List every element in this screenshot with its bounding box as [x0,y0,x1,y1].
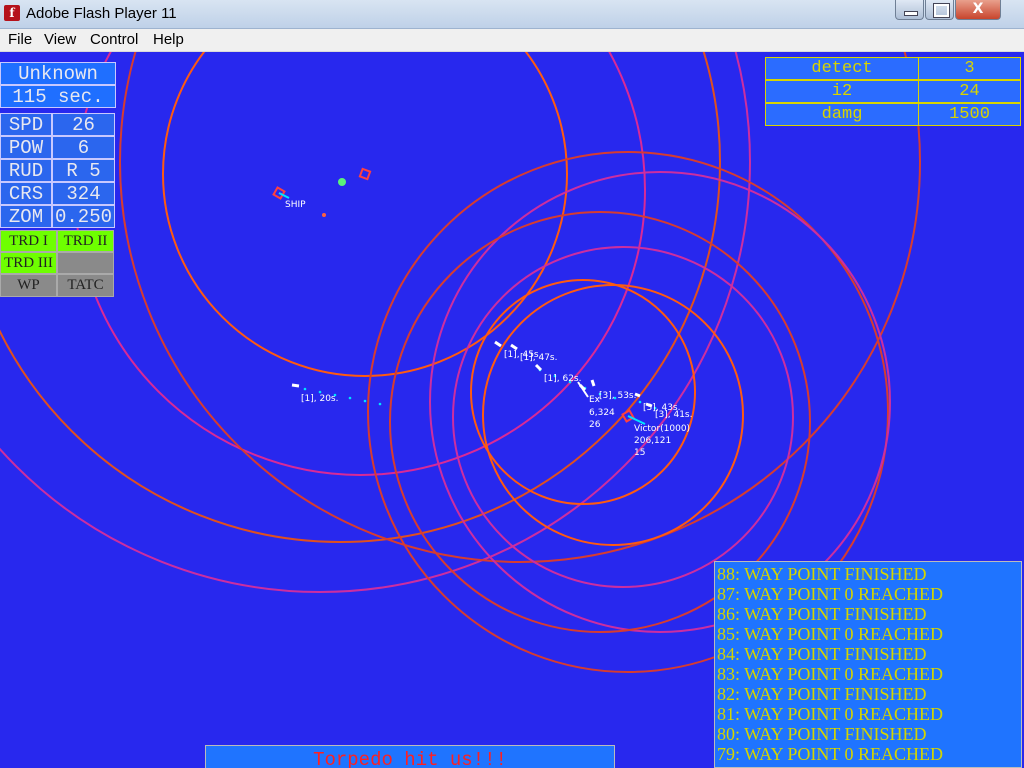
flash-app-icon: f [4,5,20,21]
log-message: 79: WAY POINT 0 REACHED [717,744,944,764]
maximize-button[interactable] [925,0,954,20]
victor-label: Victor(1000) [634,424,691,434]
tatc-button[interactable]: TATC [57,274,114,297]
crs-value: 324 [52,182,115,205]
menu-file[interactable]: File [8,31,32,48]
torpedo-label: [3], 41s. [655,410,693,420]
menu-help[interactable]: Help [153,31,184,48]
own-ship-position: 6,324 [589,408,615,418]
i2-value: 24 [918,80,1021,103]
torpedo-label: [1], 20s. [301,394,339,404]
i2-label: i2 [765,80,919,103]
victor-position: 206,121 [634,436,672,446]
torpedo-trail [303,368,657,410]
torpedo-marker [590,379,596,387]
log-message: 86: WAY POINT FINISHED [717,604,927,624]
log-message: 84: WAY POINT FINISHED [717,644,927,664]
torpedo-label: [1], 62s. [544,374,582,384]
trail-dot [303,387,307,391]
minimize-icon [904,11,918,16]
spd-value: 26 [52,113,115,136]
log-message: 88: WAY POINT FINISHED [717,564,927,584]
log-message: 81: WAY POINT 0 REACHED [717,704,944,724]
log-message: 83: WAY POINT 0 REACHED [717,664,944,684]
message-log[interactable]: 88: WAY POINT FINISHED 87: WAY POINT 0 R… [714,561,1022,768]
trail-dot [348,396,352,400]
log-message: 85: WAY POINT 0 REACHED [717,624,944,644]
torpedo-marker [291,383,300,388]
menu-view[interactable]: View [44,31,76,48]
alert-text: Torpedo hit us!!! [313,749,507,768]
torpedo-1-button[interactable]: TRD I [0,230,57,252]
target-name: Unknown [0,62,116,85]
rud-value: R 5 [52,159,115,182]
torpedo-3-button[interactable]: TRD III [0,252,57,274]
victor-speed: 15 [634,448,646,458]
title-bar: f Adobe Flash Player 11 X [0,0,1024,29]
alert-box: Torpedo hit us!!! [205,745,615,768]
torpedo-2-button[interactable]: TRD II [57,230,114,252]
rud-label: RUD [0,159,52,182]
unknown-contact [358,167,372,181]
contact-dot [338,178,346,186]
range-circle [470,279,696,505]
torpedo-label: [1], 47s. [520,353,558,363]
waypoint-button[interactable]: WP [0,274,57,297]
range-circle [162,52,568,377]
elapsed-time: 115 sec. [0,85,116,108]
own-ship-label: Ex [589,395,601,405]
torpedo-marker [494,340,502,348]
crs-label: CRS [0,182,52,205]
trail-dot [378,402,382,406]
log-message: 87: WAY POINT 0 REACHED [717,584,944,604]
contacts [272,167,646,425]
range-circle [74,52,646,476]
close-button[interactable]: X [955,0,1001,20]
trail-dot [638,400,642,404]
damage-value: 1500 [918,103,1021,126]
damage-label: damg [765,103,919,126]
log-message: 82: WAY POINT FINISHED [717,684,927,704]
menu-control[interactable]: Control [90,31,138,48]
own-ship-speed: 26 [589,420,601,430]
window-title: Adobe Flash Player 11 [26,5,177,22]
log-message: 80: WAY POINT FINISHED [717,724,927,744]
maximize-icon [934,4,949,17]
spd-label: SPD [0,113,52,136]
menu-bar: File View Control Help [0,29,1024,52]
zom-label: ZOM [0,205,52,228]
ship-label: SHIP [285,200,306,210]
contact-dot [322,213,326,217]
zom-value: 0.250 [52,205,115,228]
torpedo-marker [534,363,543,372]
pow-value: 6 [52,136,115,159]
trail-dot [318,390,322,394]
game-area[interactable]: SHIP [1], 20s. [1], 45s. [1], 47s. [1], … [0,52,1024,768]
trail-dot [363,399,367,403]
empty-slot [57,252,114,274]
detect-label: detect [765,57,919,80]
torpedo-label: [3], 53s. [599,391,637,401]
detect-value: 3 [918,57,1021,80]
pow-label: POW [0,136,52,159]
torpedo-marker [510,343,518,351]
minimize-button[interactable] [895,0,924,20]
